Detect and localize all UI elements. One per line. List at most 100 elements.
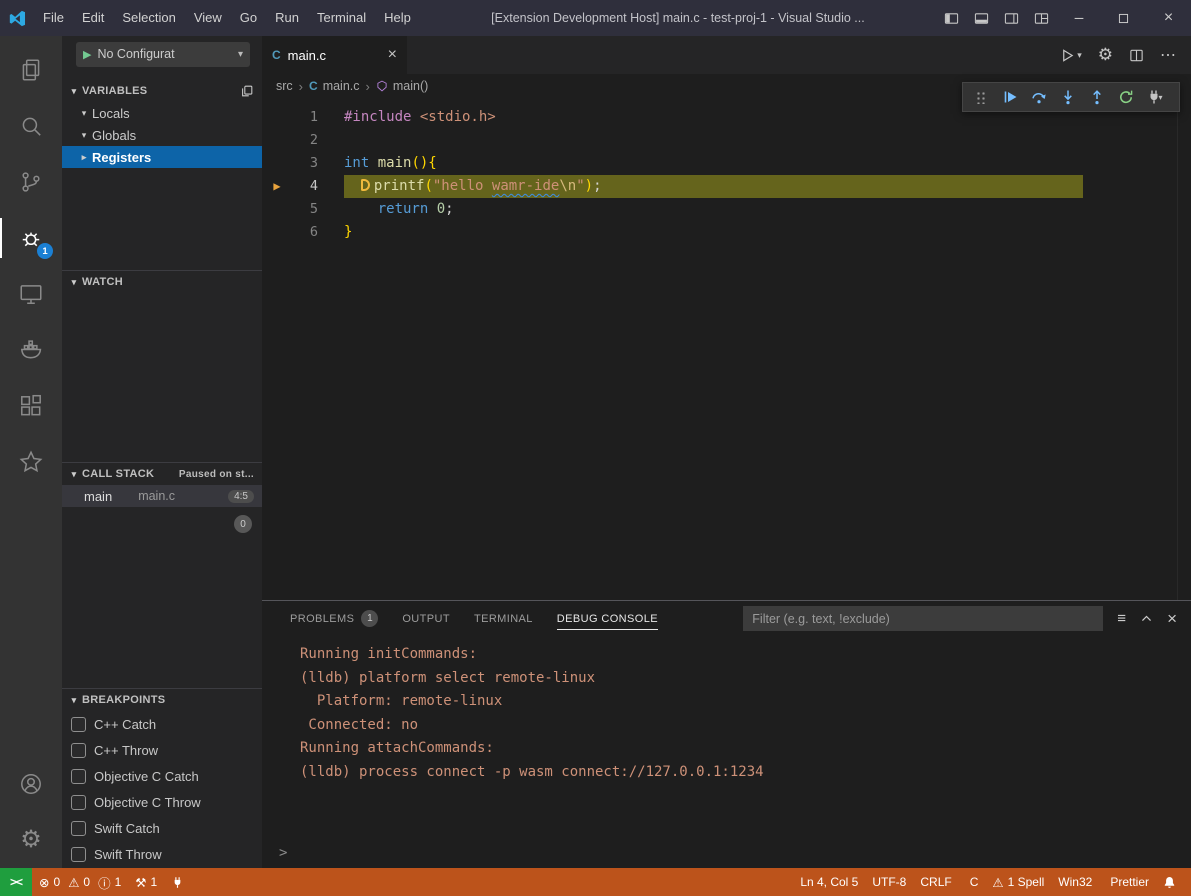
step-over-button[interactable] (1024, 84, 1053, 110)
breadcrumb-file[interactable]: C main.c (309, 79, 360, 93)
breakpoint-item[interactable]: Objective C Catch (62, 763, 262, 789)
activity-docker[interactable] (0, 322, 62, 378)
panel-tab-output[interactable]: OUTPUT (390, 601, 462, 636)
step-out-button[interactable] (1082, 84, 1111, 110)
status-cursor-position[interactable]: Ln 4, Col 5 (793, 868, 865, 896)
stack-frame-row[interactable]: main main.c 4:5 (62, 485, 262, 507)
variables-item-locals[interactable]: ▾Locals (62, 102, 262, 124)
panel-tab-debug-console[interactable]: DEBUG CONSOLE (545, 601, 670, 636)
breakpoint-checkbox[interactable] (71, 743, 86, 758)
debug-config-dropdown[interactable]: ▶ No Configurat ▾ (76, 42, 250, 67)
tab-close-icon[interactable]: × (388, 47, 397, 63)
panel-tab-problems[interactable]: PROBLEMS1 (278, 601, 390, 636)
status-encoding[interactable]: UTF-8 (865, 868, 913, 896)
copy-icon[interactable] (240, 84, 254, 98)
debug-session-status[interactable] (164, 868, 191, 896)
watch-header[interactable]: ▾ WATCH (62, 271, 262, 293)
breakpoint-gutter[interactable]: ▶ (262, 175, 292, 198)
status-language-mode[interactable]: C (959, 868, 986, 896)
call-stack-header[interactable]: ▾ CALL STACK Paused on st... (62, 463, 262, 485)
variables-item-globals[interactable]: ▾Globals (62, 124, 262, 146)
maximize-button[interactable] (1101, 0, 1146, 36)
code-content[interactable]: #include <stdio.h> (344, 106, 496, 129)
menu-edit[interactable]: Edit (73, 0, 113, 36)
menu-terminal[interactable]: Terminal (308, 0, 375, 36)
split-editor-icon[interactable] (1129, 48, 1144, 63)
activity-explorer[interactable] (0, 42, 62, 98)
remote-indicator[interactable]: >< (0, 868, 32, 896)
console-filter-input[interactable] (743, 606, 1103, 631)
code-content[interactable]: return 0; (344, 198, 454, 221)
activity-remote-explorer[interactable] (0, 266, 62, 322)
breakpoint-gutter[interactable] (262, 198, 292, 221)
breakpoint-checkbox[interactable] (71, 769, 86, 784)
breakpoint-item[interactable]: Objective C Throw (62, 789, 262, 815)
breakpoint-gutter[interactable] (262, 106, 292, 129)
breakpoints-header[interactable]: ▾ BREAKPOINTS (62, 689, 262, 711)
status-prettier[interactable]: Prettier (1099, 868, 1156, 896)
menu-run[interactable]: Run (266, 0, 308, 36)
breakpoint-checkbox[interactable] (71, 821, 86, 836)
problems-status[interactable]: ⊗ 0 ⚠ 0 ⓘ 1 (32, 868, 128, 896)
breakpoint-gutter[interactable] (262, 129, 292, 152)
tab-main-c[interactable]: C main.c × (262, 36, 407, 74)
breakpoint-item[interactable]: C++ Catch (62, 711, 262, 737)
restart-button[interactable] (1111, 84, 1140, 110)
layout-panel-icon[interactable] (966, 0, 996, 36)
close-button[interactable]: × (1146, 0, 1191, 36)
continue-button[interactable] (995, 84, 1024, 110)
variables-header[interactable]: ▾ VARIABLES (62, 80, 262, 102)
code-content[interactable]: printf("hello wamr-ide\n"); (344, 175, 602, 198)
code-content[interactable]: int main(){ (344, 152, 437, 175)
breakpoint-gutter[interactable] (262, 152, 292, 175)
menu-view[interactable]: View (185, 0, 231, 36)
activity-settings[interactable]: ⚙ (0, 812, 62, 868)
start-debug-icon[interactable]: ▶ (83, 48, 91, 61)
gear-icon[interactable]: ⚙ (1098, 45, 1113, 65)
breadcrumb-src[interactable]: src (276, 79, 293, 93)
tasks-status[interactable]: ⚒ 1 (128, 868, 164, 896)
status-eol[interactable]: CRLF (913, 868, 958, 896)
status-notifications[interactable] (1156, 868, 1183, 896)
activity-extensions[interactable] (0, 378, 62, 434)
variables-item-registers[interactable]: ▸Registers (62, 146, 262, 168)
console-input-prompt[interactable]: > (279, 845, 287, 861)
minimize-button[interactable] (1056, 0, 1101, 36)
activity-search[interactable] (0, 98, 62, 154)
breakpoint-checkbox[interactable] (71, 717, 86, 732)
menu-go[interactable]: Go (231, 0, 266, 36)
status-platform[interactable]: Win32 (1051, 868, 1099, 896)
activity-accounts[interactable] (0, 756, 62, 812)
step-into-button[interactable] (1053, 84, 1082, 110)
activity-star[interactable] (0, 434, 62, 490)
menu-help[interactable]: Help (375, 0, 420, 36)
maximize-panel-icon[interactable] (1140, 612, 1153, 625)
breakpoint-item[interactable]: C++ Throw (62, 737, 262, 763)
layout-customize-icon[interactable] (1026, 0, 1056, 36)
panel-tab-terminal[interactable]: TERMINAL (462, 601, 545, 636)
status-spell-checker[interactable]: ⚠1 Spell (985, 868, 1051, 896)
breakpoint-item[interactable]: Swift Catch (62, 815, 262, 841)
console-options-icon[interactable]: ≡ (1117, 610, 1126, 627)
breakpoint-item[interactable]: Swift Throw (62, 841, 262, 867)
editor-scrollbar[interactable] (1177, 98, 1191, 600)
toolbar-drag-grip[interactable] (966, 84, 995, 110)
close-panel-icon[interactable]: × (1167, 609, 1177, 629)
layout-sidebar-left-icon[interactable] (936, 0, 966, 36)
breakpoint-checkbox[interactable] (71, 795, 86, 810)
layout-sidebar-right-icon[interactable] (996, 0, 1026, 36)
disconnect-button[interactable]: ▾ (1140, 84, 1169, 110)
menu-file[interactable]: File (34, 0, 73, 36)
breakpoint-gutter[interactable] (262, 221, 292, 244)
window-title: [Extension Development Host] main.c - te… (420, 11, 936, 25)
activity-source-control[interactable] (0, 154, 62, 210)
inline-breakpoint-icon[interactable] (361, 179, 370, 191)
more-actions-icon[interactable]: ⋯ (1160, 45, 1177, 65)
breadcrumb-symbol[interactable]: main() (376, 79, 428, 93)
menu-selection[interactable]: Selection (113, 0, 184, 36)
breakpoint-checkbox[interactable] (71, 847, 86, 862)
code-content[interactable]: } (344, 221, 352, 244)
code-editor[interactable]: 1#include <stdio.h>23int main(){▶4 print… (262, 98, 1191, 600)
activity-run-and-debug[interactable]: 1 (0, 210, 62, 266)
run-or-debug-button[interactable]: ▾ (1060, 48, 1082, 63)
